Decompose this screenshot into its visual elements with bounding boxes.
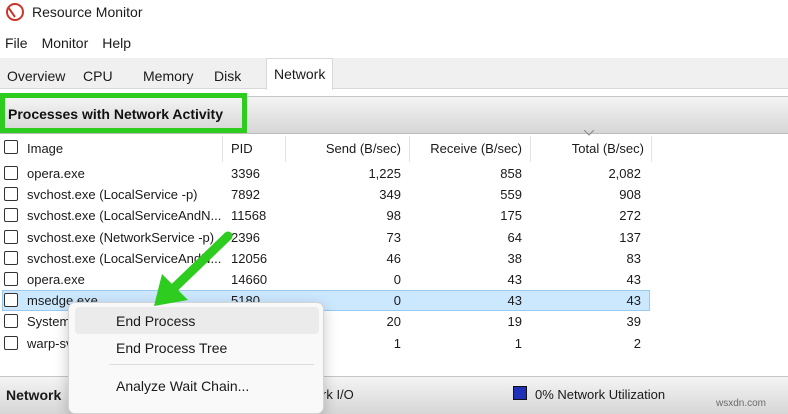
cell-pid: 2396 (231, 229, 260, 245)
column-header-image[interactable]: Image (27, 136, 63, 162)
cell-image: System (27, 314, 71, 330)
cell-total: 43 (626, 293, 641, 309)
menu-item-label: Analyze Wait Chain... (116, 378, 250, 394)
cell-send: 98 (386, 208, 401, 224)
cell-receive: 64 (507, 229, 522, 245)
cell-image: warp-sv (27, 335, 73, 351)
column-divider (651, 136, 652, 162)
utilization-color-swatch (513, 386, 527, 400)
section-title: Processes with Network Activity (8, 106, 224, 122)
cell-pid: 7892 (231, 187, 260, 203)
cell-send: 73 (386, 229, 401, 245)
cell-receive: 175 (500, 208, 522, 224)
cell-receive: 858 (500, 166, 522, 181)
table-row[interactable]: svchost.exe (LocalServiceAndN... 11568 98 1… (0, 205, 788, 226)
context-menu: End Process End Process Tree Analyze Wai… (68, 302, 324, 414)
menu-monitor[interactable]: Monitor (37, 32, 94, 54)
cell-total: 43 (626, 272, 641, 287)
cell-total: 2 (633, 335, 641, 351)
cell-image: svchost.exe (LocalServiceAndN... (27, 208, 222, 224)
cell-send: 46 (386, 250, 401, 266)
tab-cpu[interactable]: CPU (76, 62, 120, 89)
cell-total: 272 (619, 208, 641, 224)
cell-receive: 43 (507, 272, 522, 287)
row-checkbox[interactable] (4, 335, 18, 350)
cell-receive: 559 (500, 187, 522, 203)
window-title: Resource Monitor (32, 4, 143, 20)
cell-image: opera.exe (27, 272, 85, 287)
cell-image: svchost.exe (LocalService -p) (27, 187, 198, 203)
cell-send: 349 (379, 187, 401, 203)
row-checkbox[interactable] (4, 293, 18, 308)
menu-help[interactable]: Help (97, 32, 136, 54)
cell-receive: 19 (507, 314, 522, 330)
column-header-pid[interactable]: PID (231, 136, 253, 162)
column-header-total[interactable]: Total (B/sec) (534, 136, 644, 162)
cell-image: opera.exe (27, 166, 85, 181)
end-process-menu-item[interactable]: End Process (75, 307, 319, 334)
cell-image: svchost.exe (LocalServiceAndN... (27, 250, 222, 266)
cell-send: 0 (393, 272, 401, 287)
row-checkbox[interactable] (4, 187, 18, 202)
table-row[interactable]: opera.exe 3396 1,225 858 2,082 (0, 163, 788, 184)
row-checkbox[interactable] (4, 166, 18, 180)
table-row[interactable]: opera.exe 14660 0 43 43 (0, 269, 788, 290)
cell-pid: 11568 (231, 208, 267, 224)
menu-bar: File Monitor Help (0, 32, 788, 54)
row-checkbox[interactable] (4, 208, 18, 223)
column-divider (530, 136, 531, 162)
table-row[interactable]: svchost.exe (LocalServiceAndN... 12056 46 3… (0, 248, 788, 269)
network-section-title: Network (6, 387, 62, 403)
network-utilization-label: 0% Network Utilization (535, 387, 666, 402)
tab-memory[interactable]: Memory (136, 62, 201, 89)
network-io-label: rk I/O (322, 387, 354, 402)
menu-separator (109, 364, 314, 365)
column-divider (285, 136, 286, 162)
cell-receive: 1 (514, 335, 522, 351)
cell-total: 83 (626, 250, 641, 266)
menu-item-label: End Process Tree (116, 340, 228, 356)
analyze-wait-chain-menu-item[interactable]: Analyze Wait Chain... (75, 372, 319, 399)
table-row[interactable]: svchost.exe (NetworkService -p) 2396 73 64 1… (0, 227, 788, 248)
cell-total: 908 (619, 187, 641, 203)
menu-file[interactable]: File (0, 32, 33, 54)
table-row[interactable]: svchost.exe (LocalService -p) 7892 349 559 9… (0, 184, 788, 205)
menu-item-label: End Process (116, 313, 196, 329)
tab-network[interactable]: Network (266, 58, 334, 90)
cell-pid: 12056 (231, 250, 268, 266)
resource-monitor-icon (6, 3, 24, 21)
row-checkbox[interactable] (4, 229, 18, 244)
cell-receive: 43 (507, 293, 522, 309)
watermark: wsxdn.com (716, 398, 767, 409)
tab-disk[interactable]: Disk (207, 62, 248, 89)
column-divider (222, 136, 223, 162)
row-checkbox[interactable] (4, 250, 18, 265)
cell-total: 137 (619, 229, 641, 245)
title-bar: Resource Monitor (0, 0, 788, 26)
column-header-send[interactable]: Send (B/sec) (290, 136, 401, 162)
cell-pid: 14660 (231, 272, 268, 287)
section-title-highlight: Processes with Network Activity (0, 93, 247, 133)
end-process-tree-menu-item[interactable]: End Process Tree (75, 334, 319, 361)
row-checkbox[interactable] (4, 314, 18, 329)
row-checkbox[interactable] (4, 272, 18, 286)
column-header-receive[interactable]: Receive (B/sec) (412, 136, 522, 162)
column-divider (409, 136, 410, 162)
cell-image: svchost.exe (NetworkService -p) (27, 229, 215, 245)
tab-overview[interactable]: Overview (0, 62, 72, 89)
select-all-checkbox[interactable] (4, 140, 18, 154)
tab-strip: Overview CPU Memory Disk Network (0, 58, 788, 90)
cell-total: 39 (626, 314, 641, 330)
cell-pid: 3396 (231, 166, 260, 181)
cell-send: 1,225 (368, 166, 401, 181)
cell-total: 2,082 (608, 166, 641, 181)
cell-receive: 38 (507, 250, 522, 266)
